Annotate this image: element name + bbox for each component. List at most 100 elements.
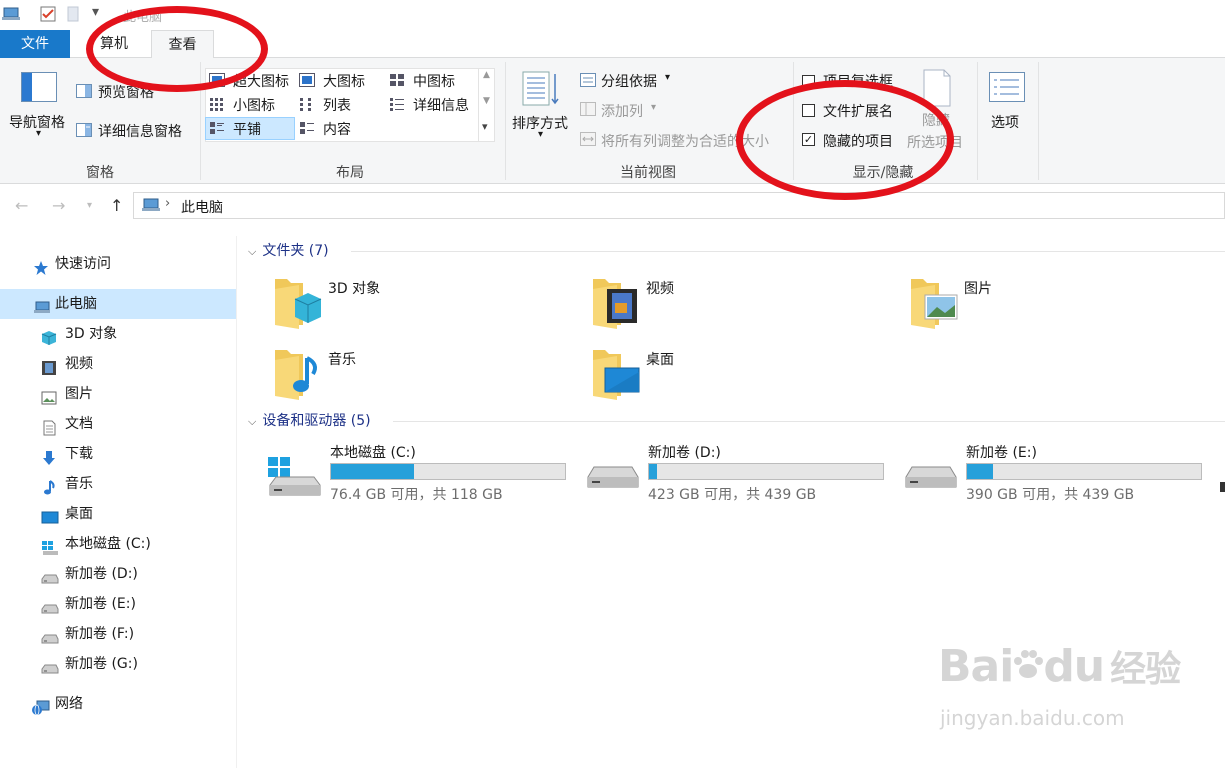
list-icon <box>299 97 315 115</box>
paw-logo-icon <box>1013 641 1044 678</box>
sidebar-item-network[interactable]: 网络 <box>0 689 236 719</box>
sidebar-item-label: 网络 <box>55 696 83 712</box>
drive-usage-fill <box>967 464 994 479</box>
address-bar[interactable]: › 此电脑 <box>133 192 1225 219</box>
options-button[interactable]: 选项 <box>991 112 1019 132</box>
drive-icon <box>586 465 640 499</box>
sidebar-item-3d-objects[interactable]: 3D 对象 <box>0 319 236 349</box>
layout-large-icons[interactable]: 大图标 <box>323 71 365 91</box>
layout-content[interactable]: 内容 <box>323 119 351 139</box>
folder-tile-videos[interactable]: 视频 <box>591 273 871 333</box>
sidebar-item-videos[interactable]: 视频 <box>0 349 236 379</box>
properties-icon[interactable] <box>40 6 56 26</box>
drive-icon <box>41 657 59 674</box>
watermark-jingyan: 经验 <box>1110 649 1181 690</box>
recent-locations-icon[interactable]: ▾ <box>87 200 92 211</box>
details-icon <box>389 97 405 115</box>
tab-file[interactable]: 文件 <box>0 30 70 58</box>
collapse-chevron-icon[interactable]: ⌵ <box>248 415 256 428</box>
scroll-up-icon[interactable]: ▲ <box>483 70 490 80</box>
folder-label: 桌面 <box>646 352 674 368</box>
sidebar-item-pictures[interactable]: 图片 <box>0 379 236 409</box>
layout-tiles[interactable]: 平铺 <box>233 119 261 139</box>
content-icon <box>299 121 315 139</box>
sidebar-item-drive-e[interactable]: 新加卷 (E:) <box>0 589 236 619</box>
current-view-group-label: 当前视图 <box>620 165 676 181</box>
folder-tile-music[interactable]: 音乐 <box>273 344 553 404</box>
options-icon <box>989 72 1025 106</box>
customize-toolbar-icon[interactable]: ▾ <box>92 4 99 20</box>
drive-label: 本地磁盘 (C:) <box>330 445 416 461</box>
add-columns-dropdown-icon[interactable]: ▾ <box>651 102 656 113</box>
nav-pane-dropdown-icon[interactable]: ▾ <box>36 128 41 139</box>
layout-medium-icons[interactable]: 中图标 <box>413 71 455 91</box>
collapse-chevron-icon[interactable]: ⌵ <box>248 245 256 258</box>
folder-tile-desktop[interactable]: 桌面 <box>591 344 871 404</box>
sidebar-item-downloads[interactable]: 下载 <box>0 439 236 469</box>
3d-objects-folder-icon <box>273 273 323 333</box>
gallery-expand-icon[interactable]: ▾ <box>482 120 488 133</box>
drive-tile-c[interactable]: 本地磁盘 (C:) 76.4 GB 可用，共 118 GB <box>268 443 578 503</box>
panes-group-label: 窗格 <box>86 165 114 181</box>
large-icons-icon <box>299 73 315 91</box>
layout-group-label: 布局 <box>336 165 364 181</box>
layout-small-icons[interactable]: 小图标 <box>233 95 275 115</box>
drive-usage-fill <box>331 464 414 479</box>
layout-list[interactable]: 列表 <box>323 95 351 115</box>
sidebar-item-desktop[interactable]: 桌面 <box>0 499 236 529</box>
pictures-folder-icon <box>909 273 959 333</box>
sidebar-item-label: 文档 <box>65 416 93 432</box>
sidebar-item-label: 下载 <box>65 446 93 462</box>
nav-pane-icon <box>21 72 57 106</box>
group-divider <box>977 62 978 180</box>
small-icons-icon <box>209 97 225 115</box>
sidebar-item-drive-f[interactable]: 新加卷 (F:) <box>0 619 236 649</box>
sidebar-item-drive-g[interactable]: 新加卷 (G:) <box>0 649 236 679</box>
group-by-button[interactable]: 分组依据 <box>601 71 657 91</box>
drive-icon <box>41 567 59 584</box>
group-divider <box>1038 62 1039 180</box>
section-divider <box>393 421 1225 422</box>
breadcrumb-this-pc[interactable]: 此电脑 <box>181 197 223 217</box>
group-by-dropdown-icon[interactable]: ▾ <box>665 72 670 83</box>
new-folder-icon[interactable] <box>67 6 79 26</box>
folder-label: 视频 <box>646 281 674 297</box>
sidebar-item-drive-c[interactable]: 本地磁盘 (C:) <box>0 529 236 559</box>
scroll-down-icon[interactable]: ▼ <box>483 96 490 106</box>
sort-by-dropdown-icon[interactable]: ▾ <box>538 129 543 140</box>
computer-icon <box>33 297 50 313</box>
watermark-url: jingyan.baidu.com <box>940 706 1125 730</box>
breadcrumb-chevron-icon[interactable]: › <box>165 196 170 211</box>
sidebar-item-documents[interactable]: 文档 <box>0 409 236 439</box>
pictures-icon <box>41 387 57 405</box>
sidebar-item-this-pc[interactable]: 此电脑 <box>0 289 236 319</box>
partial-drive-icon <box>1220 482 1225 492</box>
sidebar-item-label: 新加卷 (E:) <box>65 596 136 612</box>
sidebar-item-drive-d[interactable]: 新加卷 (D:) <box>0 559 236 589</box>
music-icon <box>41 477 57 495</box>
drive-icon <box>41 597 59 614</box>
back-arrow-icon[interactable]: ← <box>15 196 28 215</box>
sidebar-item-quick-access[interactable]: 快速访问 <box>0 249 236 279</box>
drives-section-header[interactable]: ⌵ 设备和驱动器 (5) <box>248 408 371 434</box>
drive-icon <box>41 627 59 644</box>
details-pane-button[interactable]: 详细信息窗格 <box>98 121 182 141</box>
folders-section-header[interactable]: ⌵ 文件夹 (7) <box>248 238 329 264</box>
layout-gallery-scroll[interactable]: ▲ ▼ ▾ <box>478 68 495 142</box>
up-arrow-icon[interactable]: ↑ <box>110 196 123 215</box>
forward-arrow-icon[interactable]: → <box>52 196 65 215</box>
file-explorer-window: ▾ 此电脑 文件 算机 查看 导航窗格 ▾ 预览窗格 详细信息窗格 窗格 超大图… <box>0 0 1225 768</box>
drive-tile-e[interactable]: 新加卷 (E:) 390 GB 可用，共 439 GB <box>904 443 1214 503</box>
desktop-icon <box>41 507 59 524</box>
drive-label: 新加卷 (D:) <box>648 445 721 461</box>
add-columns-button[interactable]: 添加列 <box>601 101 643 121</box>
folder-tile-pictures[interactable]: 图片 <box>909 273 1189 333</box>
drive-icon <box>904 465 958 499</box>
network-icon <box>31 697 50 716</box>
drive-tile-d[interactable]: 新加卷 (D:) 423 GB 可用，共 439 GB <box>586 443 896 503</box>
sidebar-item-music[interactable]: 音乐 <box>0 469 236 499</box>
folder-tile-3d-objects[interactable]: 3D 对象 <box>273 273 553 333</box>
documents-icon <box>41 417 57 436</box>
layout-details[interactable]: 详细信息 <box>413 95 469 115</box>
sidebar-item-label: 音乐 <box>65 476 93 492</box>
